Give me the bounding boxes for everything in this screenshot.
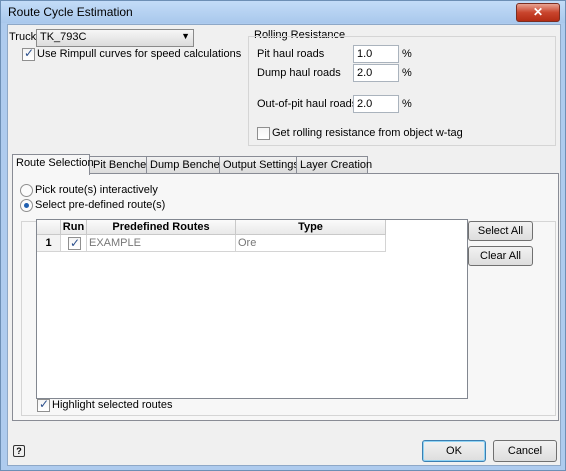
cancel-button[interactable]: Cancel bbox=[493, 440, 557, 462]
tab-route-selection-label: Route Selection bbox=[16, 157, 94, 169]
row-index: 1 bbox=[37, 235, 61, 252]
tab-layer-creation[interactable]: Layer Creation bbox=[296, 156, 372, 174]
table-header-routes: Predefined Routes bbox=[87, 220, 236, 235]
dump-haul-unit: % bbox=[402, 67, 412, 79]
tab-output-settings[interactable]: Output Settings bbox=[219, 156, 299, 174]
highlight-label: Highlight selected routes bbox=[52, 399, 173, 411]
dump-haul-input[interactable]: 2.0 bbox=[353, 64, 399, 82]
tab-dump-benches[interactable]: Dump Benches bbox=[146, 156, 225, 174]
table-header-run: Run bbox=[61, 220, 87, 235]
pick-route-radio[interactable] bbox=[20, 184, 33, 197]
tab-dump-benches-label: Dump Benches bbox=[150, 159, 226, 171]
table-row-run-cell bbox=[61, 235, 87, 252]
out-of-pit-label: Out-of-pit haul roads bbox=[257, 98, 358, 110]
table-header-type: Type bbox=[236, 220, 386, 235]
route-name-cell[interactable]: EXAMPLE bbox=[87, 235, 236, 252]
wtag-label: Get rolling resistance from object w-tag bbox=[272, 127, 463, 139]
dialog-window: Route Cycle Estimation ✕ Truck TK_793C ▼… bbox=[0, 0, 566, 471]
wtag-checkbox[interactable] bbox=[257, 127, 270, 140]
out-of-pit-input[interactable]: 2.0 bbox=[353, 95, 399, 113]
dump-haul-value: 2.0 bbox=[357, 67, 373, 79]
truck-select[interactable]: TK_793C ▼ bbox=[36, 29, 194, 47]
window-title: Route Cycle Estimation bbox=[8, 5, 133, 19]
route-type-cell[interactable]: Ore bbox=[236, 235, 386, 252]
dialog-body: Truck TK_793C ▼ Use Rimpull curves for s… bbox=[7, 24, 561, 466]
rimpull-checkbox[interactable] bbox=[22, 46, 35, 61]
help-icon[interactable]: ? bbox=[13, 445, 25, 457]
ok-button[interactable]: OK bbox=[422, 440, 486, 462]
select-route-radio[interactable] bbox=[20, 199, 33, 212]
table-header-index bbox=[37, 220, 61, 235]
tab-route-selection[interactable]: Route Selection bbox=[12, 154, 94, 175]
pit-haul-unit: % bbox=[402, 48, 412, 60]
rimpull-label: Use Rimpull curves for speed calculation… bbox=[37, 48, 242, 60]
tab-layer-creation-label: Layer Creation bbox=[300, 159, 373, 171]
highlight-checkbox[interactable] bbox=[37, 397, 50, 412]
pit-haul-input[interactable]: 1.0 bbox=[353, 45, 399, 63]
close-button[interactable]: ✕ bbox=[516, 3, 560, 22]
chevron-down-icon: ▼ bbox=[181, 31, 190, 41]
dump-haul-label: Dump haul roads bbox=[257, 67, 341, 79]
pick-route-label: Pick route(s) interactively bbox=[35, 184, 158, 196]
tab-pit-benches-label: Pit Benches bbox=[93, 159, 152, 171]
truck-label: Truck bbox=[9, 31, 37, 43]
tab-pit-benches[interactable]: Pit Benches bbox=[89, 156, 152, 174]
out-of-pit-value: 2.0 bbox=[357, 98, 373, 110]
truck-select-value: TK_793C bbox=[40, 31, 87, 43]
run-checkbox[interactable] bbox=[68, 235, 81, 251]
select-all-button[interactable]: Select All bbox=[468, 221, 533, 241]
pit-haul-value: 1.0 bbox=[357, 48, 373, 60]
select-route-label: Select pre-defined route(s) bbox=[35, 199, 166, 211]
tab-output-settings-label: Output Settings bbox=[223, 159, 299, 171]
title-bar: Route Cycle Estimation ✕ bbox=[1, 1, 565, 23]
pit-haul-label: Pit haul roads bbox=[257, 48, 325, 60]
clear-all-button[interactable]: Clear All bbox=[468, 246, 533, 266]
out-of-pit-unit: % bbox=[402, 98, 412, 110]
routes-table: Run Predefined Routes Type 1 EXAMPLE Ore bbox=[36, 219, 468, 399]
